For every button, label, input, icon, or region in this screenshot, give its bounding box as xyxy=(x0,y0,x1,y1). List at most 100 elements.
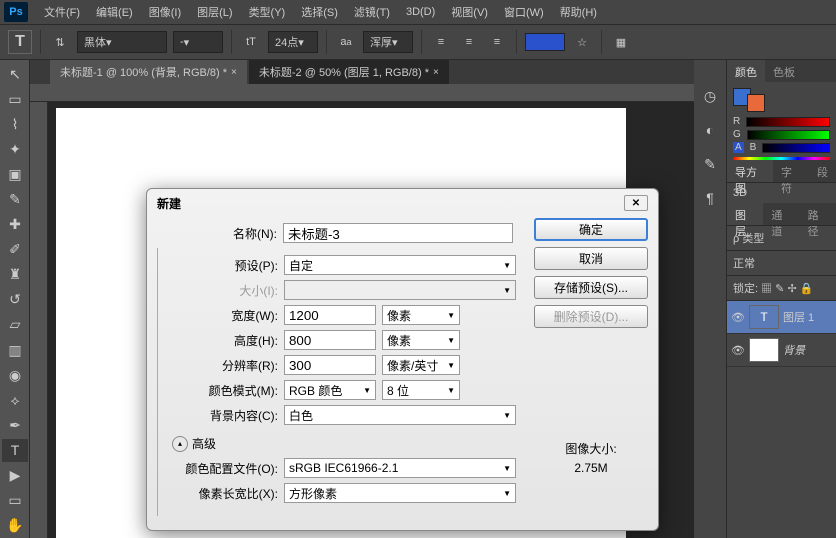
visibility-icon[interactable]: 👁 xyxy=(731,344,745,357)
visibility-icon[interactable]: 👁 xyxy=(731,311,745,324)
brush-icon[interactable]: ✎ xyxy=(700,154,720,174)
b-slider[interactable] xyxy=(762,143,830,153)
font-family-select[interactable]: 黑体▾ xyxy=(77,31,167,53)
stamp-tool[interactable]: ♜ xyxy=(2,263,28,286)
doc-tab-1[interactable]: 未标题-1 @ 100% (背景, RGB/8) *× xyxy=(50,60,247,84)
blend-mode-select[interactable]: 正常 xyxy=(727,250,836,275)
active-tool-icon[interactable]: T xyxy=(8,30,32,54)
height-input[interactable] xyxy=(284,330,376,350)
pixel-aspect-label: 像素长宽比(X): xyxy=(158,485,284,502)
layer-row[interactable]: 👁 T 图层 1 xyxy=(727,301,836,334)
blur-tool[interactable]: ◉ xyxy=(2,364,28,387)
ok-button[interactable]: 确定 xyxy=(534,218,648,241)
preset-select[interactable]: 自定▼ xyxy=(284,255,516,275)
eraser-tool[interactable]: ▱ xyxy=(2,313,28,336)
history-icon[interactable]: ◷ xyxy=(700,86,720,106)
text-orientation-icon[interactable]: ⇅ xyxy=(49,31,71,53)
marquee-tool[interactable]: ▭ xyxy=(2,88,28,111)
lasso-tool[interactable]: ⌇ xyxy=(2,113,28,136)
healing-tool[interactable]: ✚ xyxy=(2,213,28,236)
shape-tool[interactable]: ▭ xyxy=(2,489,28,512)
chevron-up-icon: ▴ xyxy=(172,436,188,452)
layer-filter[interactable]: ρ 类型 xyxy=(727,225,836,250)
paragraph-icon[interactable]: ¶ xyxy=(700,188,720,208)
close-icon[interactable]: × xyxy=(231,67,237,78)
cancel-button[interactable]: 取消 xyxy=(534,247,648,270)
menu-layer[interactable]: 图层(L) xyxy=(189,2,240,22)
text-tool[interactable]: T xyxy=(2,439,28,462)
move-tool[interactable]: ↖ xyxy=(2,63,28,86)
dialog-close-button[interactable]: ✕ xyxy=(624,195,648,211)
lock-row: 锁定: ▦ ✎ ✢ 🔒 xyxy=(727,275,836,300)
color-mode-label: 颜色模式(M): xyxy=(158,382,284,399)
antialias-select[interactable]: 浑厚▾ xyxy=(363,31,413,53)
swatches-tab[interactable]: 色板 xyxy=(765,60,803,82)
menu-edit[interactable]: 编辑(E) xyxy=(88,2,141,22)
menu-select[interactable]: 选择(S) xyxy=(293,2,346,22)
hand-tool[interactable]: ✋ xyxy=(2,514,28,537)
crop-tool[interactable]: ▣ xyxy=(2,163,28,186)
eyedropper-tool[interactable]: ✎ xyxy=(2,188,28,211)
layers-tab[interactable]: 图层 xyxy=(727,203,763,225)
resolution-label: 分辨率(R): xyxy=(158,357,284,374)
font-style-select[interactable]: -▾ xyxy=(173,31,223,53)
menu-3d[interactable]: 3D(D) xyxy=(398,4,443,20)
align-left-icon[interactable]: ≡ xyxy=(430,31,452,53)
color-mode-select[interactable]: RGB 颜色▼ xyxy=(284,380,376,400)
menu-file[interactable]: 文件(F) xyxy=(36,2,88,22)
b-label: B xyxy=(750,142,757,153)
close-icon[interactable]: × xyxy=(433,67,439,78)
history-brush-tool[interactable]: ↺ xyxy=(2,288,28,311)
menu-type[interactable]: 类型(Y) xyxy=(241,2,294,22)
resolution-unit-select[interactable]: 像素/英寸▼ xyxy=(382,355,460,375)
channels-tab[interactable]: 通道 xyxy=(763,203,799,225)
name-input[interactable] xyxy=(283,223,513,243)
width-label: 宽度(W): xyxy=(158,307,284,324)
menu-help[interactable]: 帮助(H) xyxy=(552,2,605,22)
width-input[interactable] xyxy=(284,305,376,325)
path-select-tool[interactable]: ▶ xyxy=(2,464,28,487)
font-size-icon: tT xyxy=(240,31,262,53)
r-slider[interactable] xyxy=(746,117,830,127)
navigator-tab[interactable]: 导方图 xyxy=(727,160,773,182)
menu-image[interactable]: 图像(I) xyxy=(141,2,189,22)
bg-content-select[interactable]: 白色▼ xyxy=(284,405,516,425)
bit-depth-select[interactable]: 8 位▼ xyxy=(382,380,460,400)
layer-name[interactable]: 背景 xyxy=(783,342,805,358)
doc-tab-2[interactable]: 未标题-2 @ 50% (图层 1, RGB/8) *× xyxy=(249,60,449,84)
align-right-icon[interactable]: ≡ xyxy=(486,31,508,53)
3d-section[interactable]: 3D xyxy=(727,182,836,203)
menu-window[interactable]: 窗口(W) xyxy=(496,2,552,22)
menu-filter[interactable]: 滤镜(T) xyxy=(346,2,398,22)
warp-text-icon[interactable]: ☆ xyxy=(571,31,593,53)
character-panel-icon[interactable]: ▦ xyxy=(610,31,632,53)
text-color-swatch[interactable] xyxy=(525,33,565,51)
name-label: 名称(N): xyxy=(157,225,283,242)
font-size-select[interactable]: 24点▾ xyxy=(268,31,318,53)
brush-tool[interactable]: ✐ xyxy=(2,238,28,261)
dodge-tool[interactable]: ⟡ xyxy=(2,389,28,412)
dialog-title: 新建 xyxy=(157,195,181,212)
menu-view[interactable]: 视图(V) xyxy=(443,2,496,22)
color-tab[interactable]: 颜色 xyxy=(727,60,765,82)
save-preset-button[interactable]: 存储预设(S)... xyxy=(534,276,648,299)
height-unit-select[interactable]: 像素▼ xyxy=(382,330,460,350)
layer-name[interactable]: 图层 1 xyxy=(783,309,814,325)
color-profile-select[interactable]: sRGB IEC61966-2.1▼ xyxy=(284,458,516,478)
magic-wand-tool[interactable]: ✦ xyxy=(2,138,28,161)
layer-row[interactable]: 👁 背景 xyxy=(727,334,836,367)
g-slider[interactable] xyxy=(747,130,830,140)
paths-tab[interactable]: 路径 xyxy=(800,203,836,225)
character-tab[interactable]: 字符 xyxy=(773,160,809,182)
properties-icon[interactable]: ◐ xyxy=(700,120,720,140)
align-center-icon[interactable]: ≡ xyxy=(458,31,480,53)
advanced-toggle[interactable]: ▴ 高级 xyxy=(172,435,516,452)
pen-tool[interactable]: ✒ xyxy=(2,414,28,437)
width-unit-select[interactable]: 像素▼ xyxy=(382,305,460,325)
resolution-input[interactable] xyxy=(284,355,376,375)
background-swatch[interactable] xyxy=(747,94,765,112)
photoshop-logo: Ps xyxy=(4,2,28,22)
pixel-aspect-select[interactable]: 方形像素▼ xyxy=(284,483,516,503)
paragraph-tab[interactable]: 段 xyxy=(809,160,836,182)
gradient-tool[interactable]: ▥ xyxy=(2,339,28,362)
